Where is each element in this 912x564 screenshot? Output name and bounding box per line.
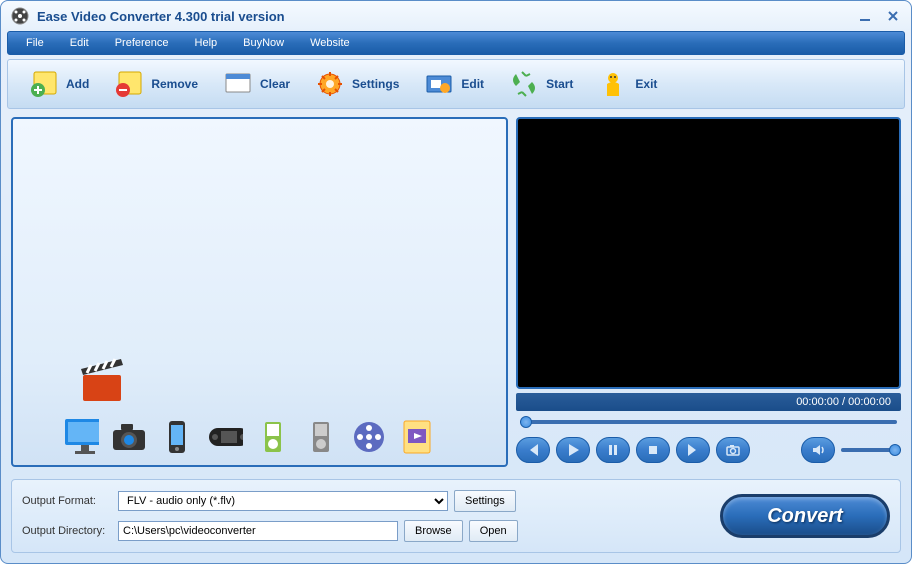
menu-help[interactable]: Help xyxy=(185,35,228,51)
clear-button[interactable]: Clear xyxy=(210,64,302,104)
monitor-icon xyxy=(63,419,99,455)
app-icon xyxy=(11,7,29,25)
prev-button[interactable] xyxy=(516,437,550,463)
titlebar: Ease Video Converter 4.300 trial version xyxy=(1,1,911,31)
edit-button[interactable]: Edit xyxy=(411,64,496,104)
window-title: Ease Video Converter 4.300 trial version xyxy=(37,9,857,24)
psp-icon xyxy=(207,419,243,455)
player-controls xyxy=(516,433,901,467)
video-preview[interactable] xyxy=(516,117,901,389)
start-label: Start xyxy=(546,77,573,91)
volume-thumb[interactable] xyxy=(889,444,901,456)
snapshot-button[interactable] xyxy=(716,437,750,463)
menu-website[interactable]: Website xyxy=(300,35,360,51)
content-area: 00:00:00 / 00:00:00 xyxy=(1,109,911,475)
settings-label: Settings xyxy=(352,77,399,91)
start-icon xyxy=(508,68,540,100)
menu-buynow[interactable]: BuyNow xyxy=(233,35,294,51)
output-format-select[interactable]: FLV - audio only (*.flv) xyxy=(118,491,448,511)
edit-label: Edit xyxy=(461,77,484,91)
ipod-green-icon xyxy=(255,419,291,455)
time-display: 00:00:00 / 00:00:00 xyxy=(516,393,901,411)
device-icons-row xyxy=(63,419,435,455)
seek-bar[interactable] xyxy=(516,415,901,429)
camera-icon xyxy=(111,419,147,455)
menu-preference[interactable]: Preference xyxy=(105,35,179,51)
preview-panel: 00:00:00 / 00:00:00 xyxy=(516,117,901,467)
close-button[interactable] xyxy=(885,8,901,24)
seek-thumb[interactable] xyxy=(520,416,532,428)
exit-label: Exit xyxy=(635,77,657,91)
menubar: File Edit Preference Help BuyNow Website xyxy=(7,31,905,55)
toolbar: Add Remove Clear Settings Edit Start Exi… xyxy=(7,59,905,109)
output-format-label: Output Format: xyxy=(22,495,112,507)
convert-button[interactable]: Convert xyxy=(720,494,890,538)
main-window: Ease Video Converter 4.300 trial version… xyxy=(0,0,912,564)
start-button[interactable]: Start xyxy=(496,64,585,104)
settings-button[interactable]: Settings xyxy=(302,64,411,104)
output-panel: Output Format: FLV - audio only (*.flv) … xyxy=(11,479,901,553)
remove-button[interactable]: Remove xyxy=(101,64,210,104)
remove-icon xyxy=(113,68,145,100)
open-button[interactable]: Open xyxy=(469,520,518,542)
next-button[interactable] xyxy=(676,437,710,463)
pause-button[interactable] xyxy=(596,437,630,463)
file-list-panel[interactable] xyxy=(11,117,508,467)
exit-icon xyxy=(597,68,629,100)
clear-icon xyxy=(222,68,254,100)
menu-file[interactable]: File xyxy=(16,35,54,51)
remove-label: Remove xyxy=(151,77,198,91)
exit-button[interactable]: Exit xyxy=(585,64,669,104)
add-label: Add xyxy=(66,77,89,91)
film-reel-icon xyxy=(351,419,387,455)
format-settings-button[interactable]: Settings xyxy=(454,490,516,512)
minimize-button[interactable] xyxy=(857,8,873,24)
add-icon xyxy=(28,68,60,100)
convert-label: Convert xyxy=(767,505,843,528)
add-button[interactable]: Add xyxy=(16,64,101,104)
ipod-gray-icon xyxy=(303,419,339,455)
browse-button[interactable]: Browse xyxy=(404,520,463,542)
volume-button[interactable] xyxy=(801,437,835,463)
video-file-icon xyxy=(399,419,435,455)
play-button[interactable] xyxy=(556,437,590,463)
clear-label: Clear xyxy=(260,77,290,91)
output-directory-input[interactable] xyxy=(118,521,398,541)
edit-icon xyxy=(423,68,455,100)
volume-slider[interactable] xyxy=(841,448,901,452)
stop-button[interactable] xyxy=(636,437,670,463)
settings-icon xyxy=(314,68,346,100)
phone-icon xyxy=(159,419,195,455)
menu-edit[interactable]: Edit xyxy=(60,35,99,51)
clapperboard-icon xyxy=(73,355,133,410)
output-directory-label: Output Directory: xyxy=(22,525,112,537)
